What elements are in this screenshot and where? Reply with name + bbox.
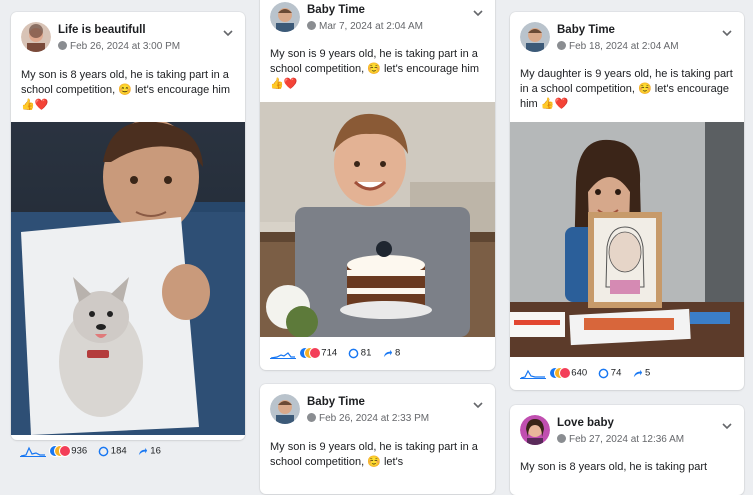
avatar[interactable] xyxy=(520,415,550,445)
page-name[interactable]: Baby Time xyxy=(307,4,365,16)
comment-icon xyxy=(98,446,109,456)
chevron-down-icon[interactable] xyxy=(720,419,734,433)
share-icon xyxy=(139,447,148,455)
post-image[interactable] xyxy=(510,122,744,357)
comment-count[interactable]: 81 xyxy=(361,348,372,359)
chevron-down-icon[interactable] xyxy=(720,26,734,40)
post-date[interactable]: Mar 7, 2024 at 2:04 AM xyxy=(319,21,423,32)
page-name[interactable]: Love baby xyxy=(557,417,614,429)
share-icon xyxy=(633,369,643,377)
comment-icon xyxy=(598,368,609,378)
chevron-down-icon[interactable] xyxy=(471,398,485,412)
share-count[interactable]: 8 xyxy=(395,348,400,359)
share-icon xyxy=(383,349,393,357)
comment-count[interactable]: 184 xyxy=(111,446,127,457)
post-card: Baby Time Mar 7, 2024 at 2:04 AM My son … xyxy=(260,0,495,370)
post-card: Life is beautifull Feb 26, 2024 at 3:00 … xyxy=(11,12,245,440)
globe-icon xyxy=(307,21,316,30)
reaction-icons[interactable] xyxy=(48,445,71,457)
sparkline-icon[interactable] xyxy=(20,445,46,457)
reaction-icons[interactable] xyxy=(298,347,321,359)
post-text: My son is 9 years old, he is taking part… xyxy=(270,441,478,468)
avatar[interactable] xyxy=(270,394,300,424)
sparkline-icon[interactable] xyxy=(270,347,296,359)
post-meta: Feb 26, 2024 at 3:00 PM xyxy=(58,41,180,52)
post-meta: Feb 26, 2024 at 2:33 PM xyxy=(307,413,429,424)
reaction-count[interactable]: 936 xyxy=(71,446,87,457)
comment-count[interactable]: 74 xyxy=(611,368,622,379)
post-card: Baby Time Feb 18, 2024 at 2:04 AM My dau… xyxy=(510,12,744,390)
reaction-count[interactable]: 714 xyxy=(321,348,337,359)
post-stats: 640 74 5 xyxy=(520,367,734,383)
comment-icon xyxy=(348,348,359,358)
post-meta: Feb 18, 2024 at 2:04 AM xyxy=(557,41,679,52)
post-image[interactable] xyxy=(260,102,495,337)
post-text: My son is 9 years old, he is taking part… xyxy=(270,48,480,90)
sparkline-icon[interactable] xyxy=(520,367,546,379)
globe-icon xyxy=(307,413,316,422)
post-stats: 936 184 16 xyxy=(20,445,240,461)
post-meta: Feb 27, 2024 at 12:36 AM xyxy=(557,434,684,445)
post-header: Baby Time Feb 26, 2024 at 2:33 PM xyxy=(270,394,485,434)
reaction-icons[interactable] xyxy=(548,367,571,379)
page-name[interactable]: Baby Time xyxy=(557,24,615,36)
post-header: Life is beautifull Feb 26, 2024 at 3:00 … xyxy=(21,22,235,62)
chevron-down-icon[interactable] xyxy=(221,26,235,40)
post-card: Baby Time Feb 26, 2024 at 2:33 PM My son… xyxy=(260,384,495,494)
share-count[interactable]: 5 xyxy=(645,368,650,379)
post-text: My son is 8 years old, he is taking part… xyxy=(21,69,231,111)
post-date[interactable]: Feb 26, 2024 at 2:33 PM xyxy=(319,413,429,424)
page-name[interactable]: Baby Time xyxy=(307,396,365,408)
avatar[interactable] xyxy=(270,2,300,32)
post-date[interactable]: Feb 27, 2024 at 12:36 AM xyxy=(569,434,684,445)
post-header: Love baby Feb 27, 2024 at 12:36 AM xyxy=(520,415,734,455)
post-header: Baby Time Feb 18, 2024 at 2:04 AM xyxy=(520,22,734,62)
chevron-down-icon[interactable] xyxy=(471,6,485,20)
post-meta: Mar 7, 2024 at 2:04 AM xyxy=(307,21,423,32)
avatar[interactable] xyxy=(520,22,550,52)
reaction-count[interactable]: 640 xyxy=(571,368,587,379)
post-text: My daughter is 9 years old, he is taking… xyxy=(520,68,733,110)
share-count[interactable]: 16 xyxy=(150,446,161,457)
page-name[interactable]: Life is beautifull xyxy=(58,24,146,36)
post-header: Baby Time Mar 7, 2024 at 2:04 AM xyxy=(270,2,485,42)
post-date[interactable]: Feb 18, 2024 at 2:04 AM xyxy=(569,41,679,52)
globe-icon xyxy=(557,41,566,50)
post-text: My son is 8 years old, he is taking part xyxy=(520,461,708,473)
post-card: Love baby Feb 27, 2024 at 12:36 AM My so… xyxy=(510,405,744,495)
globe-icon xyxy=(557,434,566,443)
globe-icon xyxy=(58,41,67,50)
post-image[interactable] xyxy=(11,122,245,435)
post-stats: 714 81 8 xyxy=(270,347,485,363)
post-date[interactable]: Feb 26, 2024 at 3:00 PM xyxy=(70,41,180,52)
avatar[interactable] xyxy=(21,22,51,52)
